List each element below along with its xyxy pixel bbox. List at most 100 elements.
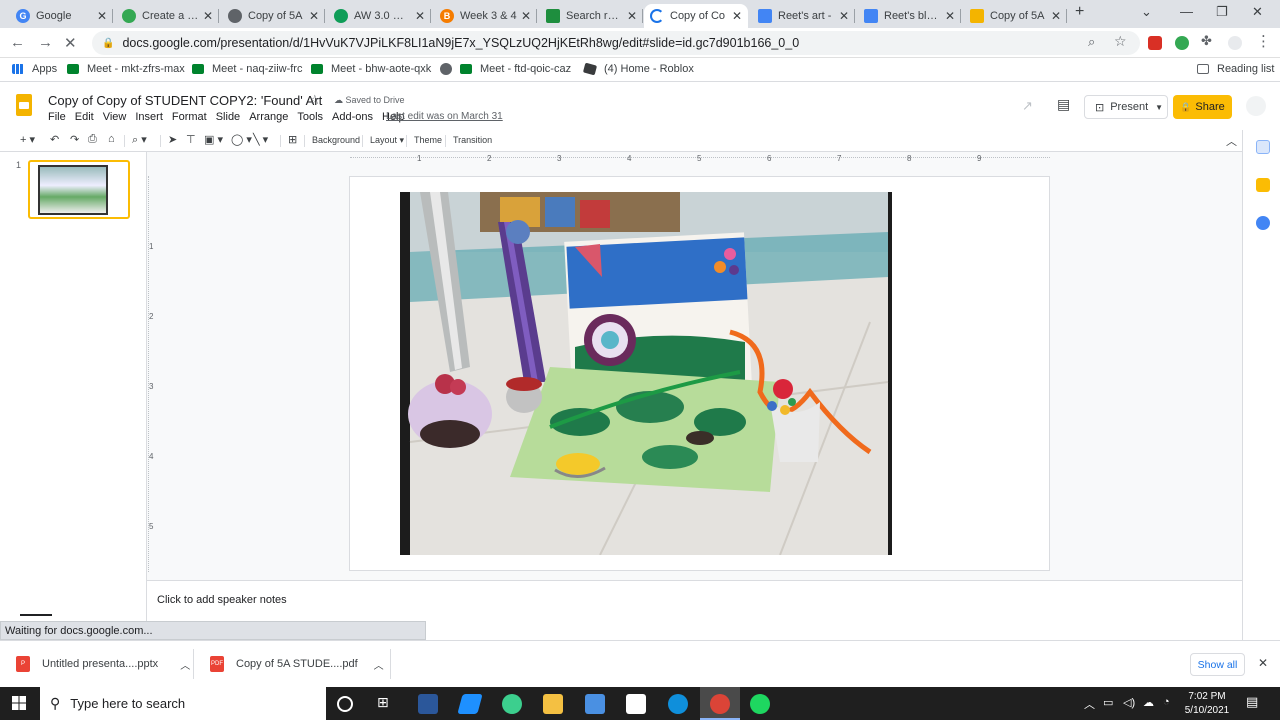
tab-copy-of-5a[interactable]: Copy of 5A ✕: [222, 4, 325, 28]
tab-active-copy-of-co[interactable]: Copy of Co ✕: [644, 4, 748, 28]
cortana-icon[interactable]: [337, 696, 353, 712]
windows-start-icon[interactable]: [12, 696, 26, 710]
taskbar-clock[interactable]: 7:02 PM 5/10/2021: [1180, 690, 1234, 718]
speaker-notes[interactable]: Click to add speaker notes: [147, 580, 1242, 622]
shape-icon[interactable]: ◯ ▾: [231, 133, 252, 146]
slide-thumbnail[interactable]: [28, 160, 130, 219]
filmstrip-scrollbar[interactable]: [20, 614, 52, 616]
menu-addons[interactable]: Add-ons: [332, 111, 373, 123]
app-green-icon[interactable]: [502, 694, 522, 714]
undo-icon[interactable]: ↶: [50, 133, 59, 146]
calendar-icon[interactable]: [1256, 140, 1270, 154]
battery-icon[interactable]: ▭: [1103, 696, 1113, 709]
stop-loading-icon[interactable]: ✕: [64, 34, 77, 52]
extension-green-icon[interactable]: [1175, 36, 1189, 50]
close-downloads-icon[interactable]: ✕: [1258, 656, 1268, 670]
tab-copy-of-5a-slides[interactable]: Copy of 5A ✕: [964, 4, 1067, 28]
show-all-button[interactable]: Show all: [1190, 653, 1245, 676]
file-explorer-icon[interactable]: [543, 694, 563, 714]
theme-button[interactable]: Theme: [414, 135, 442, 145]
slide-photo[interactable]: [400, 192, 892, 555]
volume-icon[interactable]: ◁): [1123, 696, 1135, 709]
tab-search[interactable]: Search resu ✕: [540, 4, 643, 28]
store-icon[interactable]: [626, 694, 646, 714]
close-icon[interactable]: ✕: [521, 9, 531, 23]
tab-search-icon[interactable]: ⌄: [1141, 4, 1152, 20]
present-button[interactable]: ⊡ Present ▼: [1084, 95, 1168, 119]
print-icon[interactable]: ⎙: [88, 133, 97, 146]
browser-menu-icon[interactable]: ⋮: [1256, 32, 1271, 50]
layout-button[interactable]: Layout ▾: [370, 135, 404, 146]
menu-tools[interactable]: Tools: [297, 111, 323, 123]
menu-insert[interactable]: Insert: [135, 111, 163, 123]
forward-icon[interactable]: →: [38, 34, 53, 51]
star-icon[interactable]: ☆: [309, 92, 321, 108]
comment-add-icon[interactable]: ⊞: [288, 133, 297, 146]
extensions-puzzle-icon[interactable]: ✤: [1201, 33, 1212, 49]
text-box-icon[interactable]: ⊤: [186, 133, 196, 146]
chevron-up-icon[interactable]: ︿: [180, 657, 190, 672]
bookmark-meet-4[interactable]: Meet - ftd-qoic-caz: [440, 63, 571, 75]
tasks-icon[interactable]: [1256, 216, 1270, 230]
window-close-icon[interactable]: ✕: [1252, 4, 1263, 20]
menu-file[interactable]: File: [48, 111, 66, 123]
zoom-icon[interactable]: ⌕ ▾: [132, 133, 147, 147]
tab-aw[interactable]: AW 3.0 Sup ✕: [328, 4, 431, 28]
back-icon[interactable]: ←: [10, 34, 25, 51]
paint-format-icon[interactable]: ⌂: [108, 133, 115, 145]
bookmark-star-icon[interactable]: ☆: [1114, 33, 1127, 50]
tray-overflow-icon[interactable]: ︿: [1084, 696, 1095, 712]
close-icon[interactable]: ✕: [415, 9, 425, 23]
tab-reets-art[interactable]: Reet's art - ✕: [752, 4, 855, 28]
transition-button[interactable]: Transition: [453, 135, 492, 145]
wifi-icon[interactable]: ◔: [1163, 696, 1170, 708]
download-item-pptx[interactable]: P Untitled presenta....pptx ︿: [16, 656, 190, 672]
reading-list-button[interactable]: Reading list: [1197, 63, 1274, 75]
close-icon[interactable]: ✕: [97, 9, 107, 23]
menu-view[interactable]: View: [103, 111, 127, 123]
menu-format[interactable]: Format: [172, 111, 207, 123]
new-slide-icon[interactable]: + ▾: [20, 133, 35, 146]
spotify-icon[interactable]: [750, 694, 770, 714]
close-icon[interactable]: ✕: [1051, 9, 1061, 23]
close-icon[interactable]: ✕: [839, 9, 849, 23]
bookmark-roblox[interactable]: (4) Home - Roblox: [582, 62, 694, 76]
close-icon[interactable]: ✕: [309, 9, 319, 23]
chrome-icon[interactable]: [710, 694, 730, 714]
share-button[interactable]: 🔒 Share: [1173, 95, 1232, 119]
background-button[interactable]: Background: [312, 135, 360, 145]
zoom-icon[interactable]: ⌕: [1088, 34, 1095, 50]
comments-icon[interactable]: ▤: [1057, 96, 1070, 113]
image-icon[interactable]: ▣ ▾: [204, 133, 223, 146]
menu-edit[interactable]: Edit: [75, 111, 94, 123]
close-icon[interactable]: ✕: [945, 9, 955, 23]
tab-google[interactable]: G Google ✕: [10, 4, 113, 28]
address-bar[interactable]: 🔒 docs.google.com/presentation/d/1HvVuK7…: [92, 31, 1140, 55]
close-icon[interactable]: ✕: [203, 9, 213, 23]
minimize-icon[interactable]: —: [1180, 4, 1193, 19]
activity-trend-icon[interactable]: ↗: [1022, 98, 1033, 114]
bookmark-apps[interactable]: Apps: [12, 63, 57, 75]
line-icon[interactable]: ╲ ▾: [253, 133, 268, 146]
extension-shield-icon[interactable]: [1148, 36, 1162, 50]
close-icon[interactable]: ✕: [627, 9, 637, 23]
tab-reets-black[interactable]: Reet's black ✕: [858, 4, 961, 28]
profile-avatar[interactable]: [1228, 36, 1242, 50]
keep-icon[interactable]: [1256, 178, 1270, 192]
slides-logo-icon[interactable]: [16, 94, 32, 116]
notifications-icon[interactable]: ▤: [1246, 694, 1258, 710]
redo-icon[interactable]: ↷: [70, 133, 79, 146]
chevron-down-icon[interactable]: ▼: [1155, 103, 1163, 112]
lock-icon[interactable]: 🔒: [102, 38, 114, 49]
bookmark-meet-2[interactable]: Meet - naq-ziiw-frc: [192, 63, 302, 75]
last-edit-link[interactable]: Last edit was on March 31: [386, 111, 503, 122]
menu-arrange[interactable]: Arrange: [249, 111, 288, 123]
menu-slide[interactable]: Slide: [216, 111, 240, 123]
word-icon[interactable]: [418, 694, 438, 714]
cloud-icon[interactable]: ☁: [1143, 696, 1154, 709]
select-arrow-icon[interactable]: ➤: [168, 133, 177, 146]
close-icon[interactable]: ✕: [732, 9, 742, 23]
edge-icon[interactable]: [668, 694, 688, 714]
tab-week[interactable]: B Week 3 & 4 ✕: [434, 4, 537, 28]
download-item-pdf[interactable]: PDF Copy of 5A STUDE....pdf ︿: [210, 656, 384, 672]
